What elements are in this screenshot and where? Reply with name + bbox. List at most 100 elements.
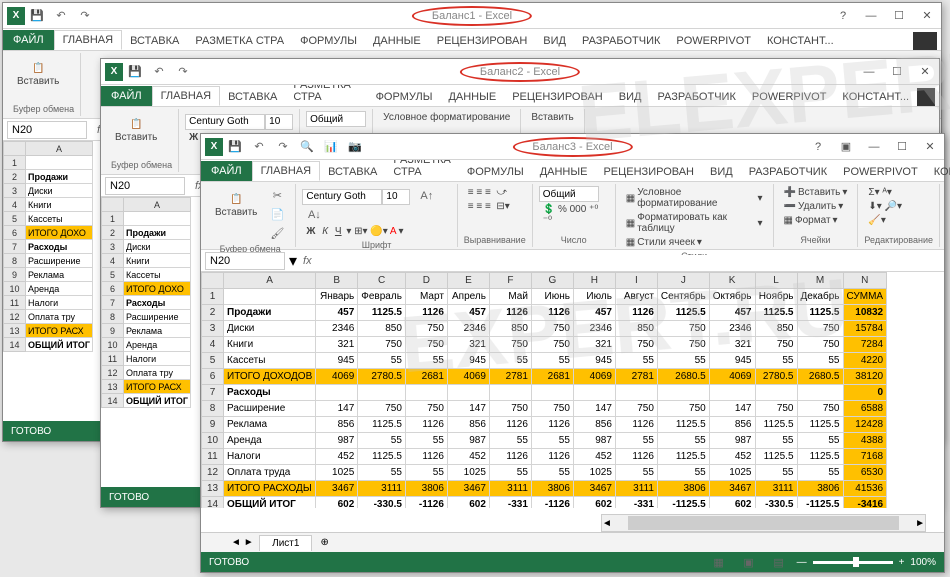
paste-button[interactable]: 📋Вставить (111, 111, 161, 151)
cell[interactable]: 55 (755, 433, 797, 449)
tab-file[interactable]: ФАЙЛ (3, 30, 54, 50)
cell[interactable]: 55 (405, 353, 447, 369)
cell[interactable] (797, 385, 843, 401)
tab-file[interactable]: ФАЙЛ (201, 161, 252, 181)
cell[interactable]: 55 (615, 465, 657, 481)
cell[interactable]: 55 (358, 433, 406, 449)
col-header[interactable]: C (358, 273, 406, 289)
tab-review[interactable]: РЕЦЕНЗИРОВАН (504, 88, 611, 106)
tab-powerpivot[interactable]: POWERPIVOT (668, 32, 759, 50)
save-icon[interactable]: 💾 (226, 138, 244, 156)
cell[interactable]: 750 (405, 321, 447, 337)
cell[interactable]: 147 (447, 401, 489, 417)
cell[interactable]: 55 (615, 353, 657, 369)
minimize-icon[interactable]: — (859, 64, 879, 80)
cell[interactable]: 750 (657, 401, 709, 417)
cell[interactable]: 3111 (358, 481, 406, 497)
cell[interactable]: 321 (573, 337, 615, 353)
header-cell[interactable] (224, 289, 316, 305)
row-label[interactable]: Расходы (224, 385, 316, 401)
cell[interactable]: 945 (447, 353, 489, 369)
view-break-icon[interactable]: ▤ (770, 553, 788, 571)
cell[interactable]: 452 (447, 449, 489, 465)
col-header[interactable]: E (447, 273, 489, 289)
insert-button[interactable]: Вставить (527, 111, 577, 124)
col-header[interactable]: G (531, 273, 573, 289)
row-label[interactable]: Продажи (224, 305, 316, 321)
row-header[interactable]: 4 (202, 337, 224, 353)
cell[interactable] (755, 385, 797, 401)
cell[interactable]: 2346 (316, 321, 358, 337)
row-label[interactable]: Налоги (224, 449, 316, 465)
cell[interactable]: 6588 (843, 401, 887, 417)
cell[interactable]: 321 (709, 337, 755, 353)
row-header[interactable]: 5 (4, 212, 26, 226)
row-header[interactable]: 4 (102, 254, 124, 268)
row-header[interactable]: 5 (102, 268, 124, 282)
row-header[interactable]: 13 (4, 324, 26, 338)
cell[interactable]: -1125.5 (657, 497, 709, 509)
cell[interactable]: 3467 (709, 481, 755, 497)
cell[interactable]: 3467 (573, 481, 615, 497)
cell[interactable]: 750 (797, 337, 843, 353)
cell[interactable]: -330.5 (358, 497, 406, 509)
cell[interactable]: 750 (531, 401, 573, 417)
cell[interactable]: 1125.5 (657, 417, 709, 433)
row-header[interactable]: 6 (102, 282, 124, 296)
cell[interactable]: 750 (615, 401, 657, 417)
header-cell[interactable]: Ноябрь (755, 289, 797, 305)
cell[interactable]: 3467 (447, 481, 489, 497)
row-label[interactable]: ОБЩИЙ ИТОГ (26, 338, 93, 352)
maximize-icon[interactable]: ☐ (887, 64, 907, 80)
tab-view[interactable]: ВИД (702, 163, 741, 181)
cell[interactable]: 15784 (843, 321, 887, 337)
font-select[interactable] (302, 189, 382, 205)
cond-fmt-button[interactable]: ▦ Условное форматирование ▾ (622, 186, 767, 210)
cell[interactable]: 987 (447, 433, 489, 449)
row-header[interactable]: 3 (4, 184, 26, 198)
painter-icon[interactable]: 🖌 (268, 224, 286, 242)
cell[interactable]: -1125.5 (797, 497, 843, 509)
row-label[interactable]: ИТОГО ДОХО (26, 226, 93, 240)
view-normal-icon[interactable]: ▦ (710, 553, 728, 571)
close-icon[interactable]: ✕ (915, 64, 935, 80)
tab-insert[interactable]: ВСТАВКА (320, 163, 385, 181)
row-label[interactable]: Реклама (224, 417, 316, 433)
row-label[interactable]: ИТОГО РАСХ (26, 324, 93, 338)
cell[interactable]: 750 (489, 401, 531, 417)
minimize-icon[interactable]: — (861, 8, 881, 24)
cell[interactable]: 750 (755, 337, 797, 353)
col-header[interactable]: J (657, 273, 709, 289)
header-cell[interactable]: Март (405, 289, 447, 305)
save-icon[interactable]: 💾 (28, 7, 46, 25)
user-avatar[interactable] (917, 88, 935, 106)
row-header[interactable]: 7 (202, 385, 224, 401)
cell[interactable]: 1125.5 (755, 417, 797, 433)
row-header[interactable]: 3 (202, 321, 224, 337)
row-header[interactable]: 14 (102, 394, 124, 408)
cell[interactable]: 1126 (615, 305, 657, 321)
header-cell[interactable]: Май (489, 289, 531, 305)
cell[interactable]: 457 (709, 305, 755, 321)
user-name[interactable]: Констант... (926, 163, 950, 181)
cell[interactable]: 1025 (573, 465, 615, 481)
row-label[interactable]: Оплата труда (224, 465, 316, 481)
col-header[interactable]: A (224, 273, 316, 289)
cell[interactable]: 55 (489, 353, 531, 369)
row-header[interactable]: 2 (202, 305, 224, 321)
sheet-tab[interactable]: Лист1 (259, 535, 312, 551)
cell[interactable]: 602 (573, 497, 615, 509)
cell[interactable]: 1126 (615, 449, 657, 465)
cell[interactable]: 55 (615, 433, 657, 449)
grow-font-icon[interactable]: A↑ (418, 187, 436, 205)
paste-button[interactable]: 📋Вставить (13, 55, 63, 95)
fx-icon[interactable]: fx (303, 255, 312, 267)
row-label[interactable]: ОБЩИЙ ИТОГ (124, 394, 191, 408)
row-header[interactable]: 3 (102, 240, 124, 254)
row-label[interactable]: Кассеты (26, 212, 93, 226)
add-sheet-icon[interactable]: ⊕ (312, 537, 336, 548)
cell[interactable]: 452 (316, 449, 358, 465)
row-header[interactable]: 8 (202, 401, 224, 417)
tab-insert[interactable]: ВСТАВКА (122, 32, 187, 50)
row-label[interactable]: Аренда (124, 338, 191, 352)
